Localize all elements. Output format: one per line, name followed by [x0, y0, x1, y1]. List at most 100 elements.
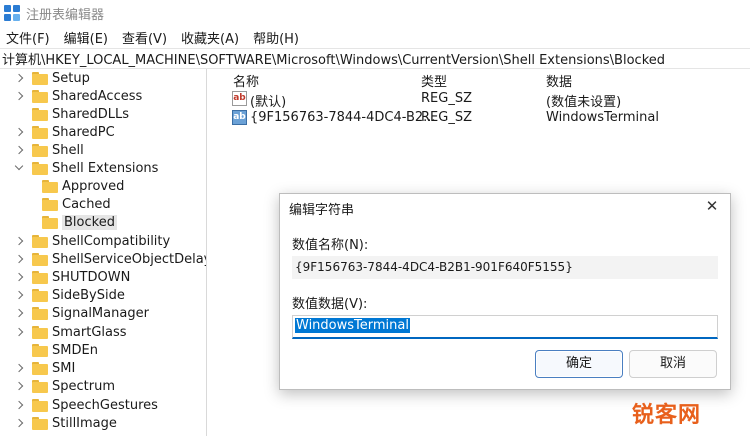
value-type: REG_SZ [421, 110, 472, 125]
address-bar[interactable]: 计算机\HKEY_LOCAL_MACHINE\SOFTWARE\Microsof… [0, 48, 750, 69]
folder-icon [32, 398, 48, 412]
menu-file[interactable]: 文件(F) [6, 28, 50, 47]
menu-bar: 文件(F) 编辑(E) 查看(V) 收藏夹(A) 帮助(H) [0, 26, 750, 48]
tree-item-setup[interactable]: Setup [14, 69, 90, 87]
tree-item-smi[interactable]: SMI [14, 359, 75, 377]
tree-item-shutdown[interactable]: SHUTDOWN [14, 268, 130, 286]
tree-item-label: Shell [52, 142, 84, 158]
ok-button[interactable]: 确定 [535, 350, 623, 378]
tree-item-label: ShellCompatibility [52, 233, 171, 249]
watermark-logo: 锐客网 [632, 403, 702, 428]
value-data-label: 数值数据(V): [292, 297, 368, 312]
tree-item-label: SharedPC [52, 124, 115, 140]
chevron-right-icon[interactable] [14, 236, 24, 246]
chevron-right-icon[interactable] [14, 272, 24, 282]
string-value-icon: ab [232, 91, 247, 106]
tree-item-label: SmartGlass [52, 324, 127, 340]
value-data-input[interactable]: WindowsTerminal [292, 315, 718, 339]
tree-item-sharedaccess[interactable]: SharedAccess [14, 87, 142, 105]
folder-icon [32, 71, 48, 85]
selected-text: WindowsTerminal [295, 318, 410, 333]
value-name-field: {9F156763-7844-4DC4-B2B1-901F640F5155} [292, 256, 718, 279]
tree-item-shell-extensions[interactable]: Shell Extensions [14, 159, 158, 177]
dialog-title: 编辑字符串 [289, 203, 355, 218]
folder-icon [32, 306, 48, 320]
tree-item-label: StillImage [52, 415, 117, 431]
tree-item-label: SideBySide [52, 287, 125, 303]
folder-icon [32, 343, 48, 357]
folder-icon [32, 161, 48, 175]
folder-icon [32, 143, 48, 157]
tree-item-label: Cached [62, 196, 111, 212]
folder-icon [32, 270, 48, 284]
chevron-right-icon[interactable] [14, 73, 24, 83]
chevron-right-icon[interactable] [14, 290, 24, 300]
tree-item-spectrum[interactable]: Spectrum [14, 377, 115, 395]
folder-icon [32, 325, 48, 339]
chevron-right-icon[interactable] [14, 254, 24, 264]
value-type: REG_SZ [421, 91, 472, 106]
tree-item-sharedpc[interactable]: SharedPC [14, 123, 115, 141]
chevron-right-icon[interactable] [14, 363, 24, 373]
list-row-default[interactable]: ab (默认) REG_SZ (数值未设置) [229, 89, 750, 110]
tree-item-speechgestures[interactable]: SpeechGestures [14, 396, 158, 414]
tree-item-label: SHUTDOWN [52, 269, 131, 285]
close-icon[interactable]: ✕ [704, 198, 720, 214]
tree-item-shellserviceobjectdelayload[interactable]: ShellServiceObjectDelayLoad [14, 250, 206, 268]
tree-item-label: SpeechGestures [52, 397, 158, 413]
tree-item-label: ShellServiceObjectDelayLoad [52, 251, 206, 267]
menu-favorites[interactable]: 收藏夹(A) [181, 28, 239, 47]
tree-item-smden[interactable]: SMDEn [14, 341, 98, 359]
value-name: {9F156763-7844-4DC4-B2... [250, 110, 436, 125]
chevron-right-icon[interactable] [14, 381, 24, 391]
tree-item-label: Setup [52, 70, 90, 86]
folder-icon [32, 416, 48, 430]
tree-item-smartglass[interactable]: SmartGlass [14, 323, 127, 341]
menu-edit[interactable]: 编辑(E) [64, 28, 108, 47]
tree-item-label: SignalManager [52, 305, 149, 321]
chevron-right-icon[interactable] [14, 400, 24, 410]
folder-icon [32, 252, 48, 266]
chevron-right-icon[interactable] [14, 91, 24, 101]
tree-item-sidebyside[interactable]: SideBySide [14, 286, 125, 304]
chevron-right-icon[interactable] [14, 145, 24, 155]
menu-view[interactable]: 查看(V) [122, 28, 167, 47]
chevron-right-icon[interactable] [14, 127, 24, 137]
column-header-name[interactable]: 名称 [233, 71, 259, 90]
value-data: WindowsTerminal [546, 110, 659, 125]
menu-help[interactable]: 帮助(H) [253, 28, 299, 47]
list-row-guid[interactable]: ab {9F156763-7844-4DC4-B2... REG_SZ Wind… [229, 108, 750, 128]
folder-icon [32, 234, 48, 248]
column-header-data[interactable]: 数据 [546, 71, 572, 90]
window-title: 注册表编辑器 [26, 7, 105, 23]
no-chevron [14, 109, 24, 119]
list-header: 名称 类型 数据 [229, 69, 750, 90]
tree-item-blocked[interactable]: Blocked [42, 213, 117, 231]
folder-icon [42, 197, 58, 211]
folder-icon [32, 107, 48, 121]
edit-string-dialog: 编辑字符串 ✕ 数值名称(N): {9F156763-7844-4DC4-B2B… [279, 193, 731, 390]
chevron-right-icon[interactable] [14, 308, 24, 318]
no-chevron [14, 345, 24, 355]
tree-item-approved[interactable]: Approved [42, 177, 124, 195]
folder-icon [32, 288, 48, 302]
value-name-label: 数值名称(N): [292, 238, 369, 253]
registry-editor-icon [4, 5, 20, 21]
key-tree: Setup SharedAccess SharedDLLs SharedPC S… [0, 69, 207, 436]
tree-item-shellcompatibility[interactable]: ShellCompatibility [14, 232, 170, 250]
column-header-type[interactable]: 类型 [421, 71, 447, 90]
chevron-down-icon[interactable] [14, 163, 24, 173]
tree-item-label: SMI [52, 360, 76, 376]
chevron-right-icon[interactable] [14, 418, 24, 428]
chevron-right-icon[interactable] [14, 327, 24, 337]
title-bar: 注册表编辑器 [0, 0, 750, 26]
tree-item-shareddlls[interactable]: SharedDLLs [14, 105, 129, 123]
folder-icon [42, 179, 58, 193]
tree-item-shell[interactable]: Shell [14, 141, 84, 159]
cancel-button[interactable]: 取消 [629, 350, 717, 378]
tree-item-signalmanager[interactable]: SignalManager [14, 304, 149, 322]
tree-item-cached[interactable]: Cached [42, 195, 111, 213]
tree-item-label: SMDEn [52, 342, 98, 358]
tree-item-stillimage[interactable]: StillImage [14, 414, 117, 432]
tree-item-label: SharedAccess [52, 88, 143, 104]
